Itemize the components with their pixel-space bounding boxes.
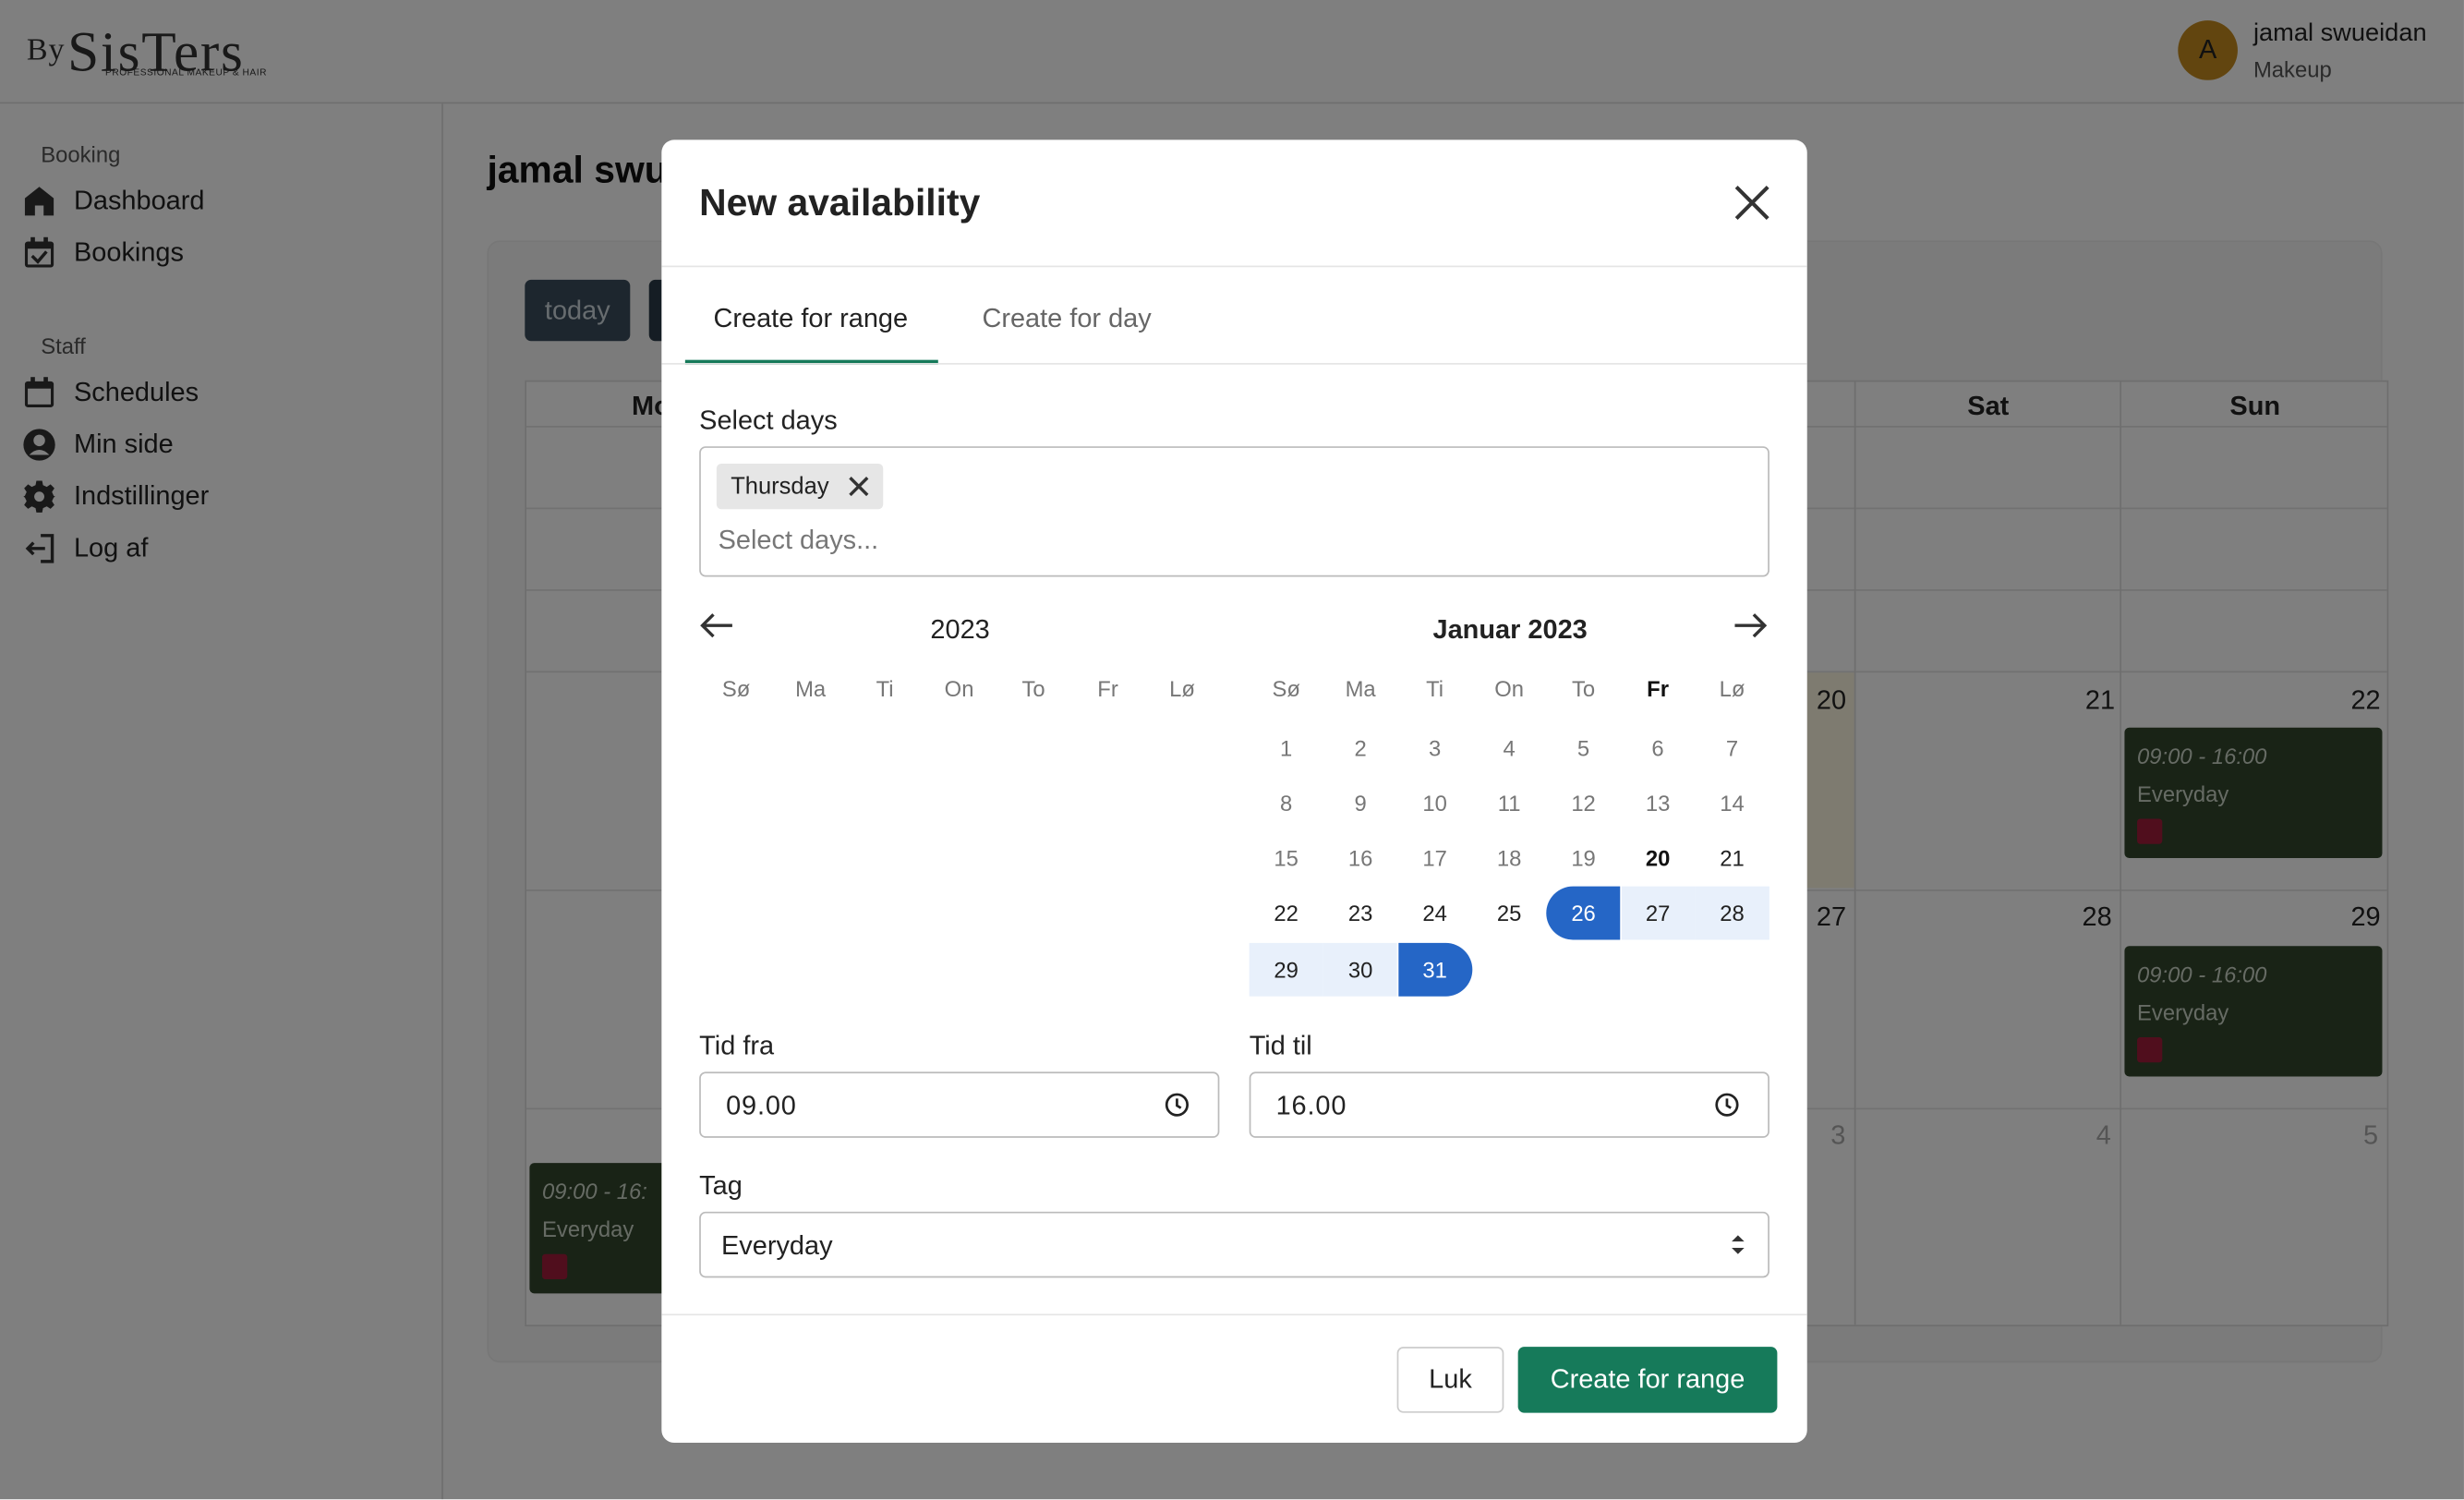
calendar-day[interactable]: 13 [1621, 777, 1695, 830]
selected-day-chip: Thursday [716, 463, 883, 510]
calendar-day[interactable]: 14 [1696, 777, 1769, 830]
divider [661, 363, 1807, 365]
calendar-day[interactable]: 21 [1696, 831, 1769, 885]
tag-select-value: Everyday [720, 1230, 833, 1261]
calendar-day[interactable]: 26 [1546, 886, 1621, 940]
weekday-label-left: Sø [721, 675, 751, 701]
time-to-value: 16.00 [1275, 1090, 1347, 1121]
next-month-icon[interactable] [1733, 611, 1768, 640]
tag-label: Tag [699, 1170, 743, 1201]
time-from-input[interactable]: 09.00 [699, 1071, 1220, 1138]
time-to-label: Tid til [1249, 1031, 1312, 1061]
previous-month-icon[interactable] [699, 611, 733, 640]
tab-create-for-day[interactable]: Create for day [982, 303, 1151, 334]
calendar-day[interactable]: 8 [1250, 777, 1323, 830]
weekday-label-right: On [1494, 675, 1525, 701]
calendar-day[interactable]: 24 [1398, 887, 1472, 940]
modal-title: New availability [699, 182, 981, 225]
calendar-day[interactable]: 18 [1472, 831, 1546, 885]
calendar-day[interactable]: 16 [1323, 831, 1397, 885]
time-from-value: 09.00 [726, 1090, 797, 1121]
calendar-day[interactable]: 6 [1621, 721, 1695, 775]
calendar-day[interactable]: 17 [1398, 831, 1472, 885]
calendar-day[interactable]: 2 [1323, 721, 1397, 775]
chip-label: Thursday [731, 473, 829, 501]
select-days-placeholder[interactable]: Select days... [719, 525, 879, 556]
datepicker-left-title: 2023 [930, 614, 990, 645]
select-days-label: Select days [699, 405, 838, 436]
calendar-day[interactable]: 4 [1472, 721, 1546, 775]
tab-create-for-range[interactable]: Create for range [713, 303, 908, 334]
tag-select[interactable]: Everyday [699, 1211, 1769, 1278]
datepicker-right-title: Januar 2023 [1432, 614, 1588, 645]
calendar-day[interactable]: 7 [1696, 721, 1769, 775]
clock-icon[interactable] [1165, 1093, 1190, 1118]
calendar-day[interactable]: 29 [1249, 942, 1323, 997]
weekday-label-left: To [1021, 675, 1045, 701]
weekday-label-right: Ma [1345, 675, 1376, 701]
create-for-range-button[interactable]: Create for range [1517, 1347, 1778, 1413]
weekday-label-right: Sø [1272, 675, 1300, 701]
weekday-label-left: Lø [1169, 675, 1195, 701]
calendar-day[interactable]: 9 [1323, 777, 1397, 830]
select-arrows-icon [1732, 1235, 1745, 1254]
time-to-input[interactable]: 16.00 [1249, 1071, 1769, 1138]
weekday-label-left: Ti [876, 675, 894, 701]
weekday-label-left: On [944, 675, 974, 701]
weekday-label-left: Fr [1097, 675, 1118, 701]
close-button[interactable]: Luk [1396, 1347, 1504, 1413]
close-icon[interactable] [1730, 181, 1774, 225]
calendar-day[interactable]: 19 [1547, 831, 1621, 885]
weekday-label-right: Fr [1647, 675, 1669, 701]
time-from-label: Tid fra [699, 1031, 775, 1061]
clock-icon[interactable] [1714, 1093, 1739, 1118]
calendar-day[interactable]: 27 [1621, 886, 1696, 940]
calendar-day[interactable]: 1 [1250, 721, 1323, 775]
calendar-day[interactable]: 28 [1695, 886, 1769, 940]
calendar-day[interactable]: 3 [1398, 721, 1472, 775]
divider [661, 265, 1807, 268]
calendar-day[interactable]: 31 [1397, 942, 1472, 997]
weekday-label-right: Ti [1426, 675, 1444, 701]
calendar-day[interactable]: 25 [1472, 887, 1546, 940]
weekday-label-right: Lø [1719, 675, 1745, 701]
days-multiselect[interactable]: Thursday Select days... [699, 446, 1769, 577]
divider [661, 1313, 1807, 1316]
calendar-day[interactable]: 15 [1250, 831, 1323, 885]
remove-chip-icon[interactable] [848, 477, 868, 497]
calendar-day[interactable]: 20 [1621, 831, 1695, 885]
calendar-day[interactable]: 22 [1250, 887, 1323, 940]
calendar-day[interactable]: 30 [1323, 942, 1398, 997]
calendar-day[interactable]: 10 [1398, 777, 1472, 830]
calendar-day[interactable]: 5 [1547, 721, 1621, 775]
weekday-label-left: Ma [795, 675, 827, 701]
calendar-day[interactable]: 11 [1472, 777, 1546, 830]
calendar-day[interactable]: 23 [1323, 887, 1397, 940]
calendar-day[interactable]: 12 [1547, 777, 1621, 830]
weekday-label-right: To [1571, 675, 1596, 701]
new-availability-modal: New availability Create for range Create… [661, 139, 1807, 1443]
